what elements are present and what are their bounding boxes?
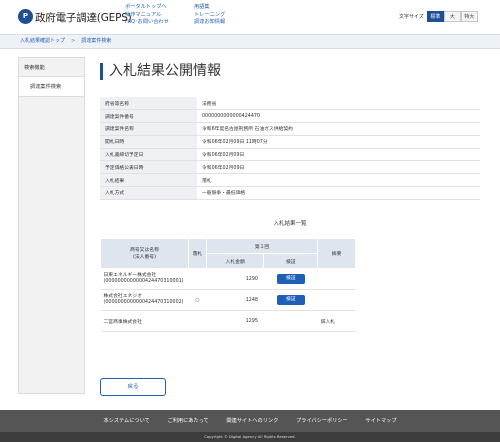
sidebar-item-case-search[interactable]: 調達案件検索 (19, 77, 84, 97)
glossary-link[interactable]: 用語集 (194, 4, 225, 12)
breadcrumb-separator: > (71, 38, 76, 44)
page-title: 入札結果公開情報 (100, 63, 221, 80)
info-row: 予定価格公表日時 令和06年02月09日 (100, 160, 480, 175)
footer-link-privacy[interactable]: プライバシーポリシー (296, 418, 348, 424)
info-value: 一般競争・最低価格 (197, 186, 480, 200)
footer-link-usage[interactable]: ご利用にあたって (168, 418, 209, 424)
detail-cell: 検証 (263, 289, 318, 311)
amount-cell: 1290 (206, 268, 264, 290)
header-links-secondary: 用語集 トレーニング 調達お知情報 (194, 4, 225, 27)
faq-link[interactable]: FAQ･お問い合わせ (125, 19, 169, 27)
winner-cell (188, 268, 207, 290)
info-row: 調達案件番号 0000000000000424470 (100, 109, 480, 124)
winner-cell (188, 310, 207, 332)
winner-column-header: 落札 (187, 238, 207, 269)
info-label: 調達案件番号 (100, 109, 197, 124)
amount-column-header: 入札金額 (205, 253, 265, 269)
results-caption: 入札結果一覧 (273, 221, 307, 227)
info-value: 令和06年02月09日 (197, 148, 480, 162)
breadcrumb-search-link[interactable]: 調達案件検索 (81, 38, 111, 44)
footer-links: 本システムについて ご利用にあたって 関連サイトへのリンク プライバシーポリシー… (0, 417, 500, 424)
info-label: 調達案件名称 (100, 122, 197, 136)
case-info-table: 府省等名称 法務省 調達案件番号 0000000000000424470 調達案件名… (100, 97, 480, 200)
table-row: 二宮商事株式会社 1295 辞入札 (100, 310, 356, 332)
procurement-info-link[interactable]: 調達お知情報 (194, 19, 225, 27)
font-size-large-button[interactable]: 大 (443, 11, 461, 22)
manual-link[interactable]: 操作マニュアル (125, 12, 169, 20)
detail-column-header: 検証 (263, 253, 319, 269)
company-cell: 二宮商事株式会社 (100, 310, 189, 332)
info-row: 開札日時 令和06年02月09日 11時07分 (100, 135, 480, 149)
detail-button[interactable]: 検証 (276, 295, 305, 305)
detail-button[interactable]: 検証 (276, 274, 305, 284)
detail-cell: 検証 (263, 268, 318, 290)
info-label: 入札方式 (100, 186, 197, 200)
info-row: 調達案件名称 令和6年度名古屋刑務所 石油ガス供給契約 (100, 122, 480, 136)
info-label: 入札書締切予定日 (100, 148, 197, 162)
footer-link-about[interactable]: 本システムについて (103, 418, 149, 424)
font-size-label: 文字サイズ (399, 14, 424, 20)
info-value: 落札 (197, 173, 480, 188)
copyright: Copyright © Digital Agency All Rights Re… (0, 432, 500, 442)
winner-cell: ○ (188, 289, 207, 311)
info-label: 予定価格公表日時 (100, 160, 197, 175)
sidebar: 検索機能 調達案件検索 (18, 57, 85, 394)
info-label: 入札結果 (100, 173, 197, 188)
company-cell: 株式会社エネジオ (0000000000000424470310002) (100, 289, 189, 311)
font-size-standard-button[interactable]: 標準 (426, 11, 444, 22)
table-row: 日東エネルギー株式会社 (0000000000000424470310001) … (100, 268, 356, 290)
info-row: 入札方式 一般競争・最低価格 (100, 186, 480, 200)
header-links-primary: ポータルトップへ 操作マニュアル FAQ･お問い合わせ (125, 4, 169, 27)
info-value: 法務省 (197, 97, 480, 111)
breadcrumb: 入札結果確認トップ > 調達案件検索 (0, 34, 500, 49)
info-row: 入札書締切予定日 令和06年02月09日 (100, 148, 480, 162)
info-value: 0000000000000424470 (197, 109, 480, 124)
training-link[interactable]: トレーニング (194, 12, 225, 20)
amount-cell: 1248 (206, 289, 264, 311)
info-label: 開札日時 (100, 135, 197, 149)
info-value: 令和6年度名古屋刑務所 石油ガス供給契約 (197, 122, 480, 136)
round-column-header: 第１回 (205, 238, 319, 254)
remarks-cell (317, 268, 356, 290)
info-row: 府省等名称 法務省 (100, 97, 480, 111)
info-value: 令和06年02月09日 11時07分 (197, 135, 480, 149)
info-label: 府省等名称 (100, 97, 197, 111)
geps-logo-icon[interactable]: P (18, 9, 33, 24)
remarks-cell: 辞入札 (317, 310, 356, 332)
detail-cell (263, 310, 318, 332)
footer-link-related[interactable]: 関連サイトへのリンク (226, 418, 278, 424)
breadcrumb-top-link[interactable]: 入札結果確認トップ (20, 38, 65, 44)
remarks-cell (317, 289, 356, 311)
company-column-header: 商号又は名称 (法人番号) (100, 238, 189, 269)
info-value: 令和06年02月09日 (197, 160, 480, 175)
back-button[interactable]: 戻る (100, 378, 166, 396)
sidebar-title: 検索機能 (19, 58, 84, 77)
remarks-column-header: 摘要 (317, 238, 356, 269)
font-size-switcher: 文字サイズ 標準 大 特大 (399, 11, 478, 22)
company-cell: 日東エネルギー株式会社 (0000000000000424470310001) (100, 268, 189, 290)
amount-cell: 1295 (206, 310, 264, 332)
results-header-row: 商号又は名称 (法人番号) 落札 第１回 摘要 (100, 238, 356, 269)
site-name[interactable]: 政府電子調達(GEPS) (35, 10, 132, 25)
footer-link-sitemap[interactable]: サイトマップ (365, 418, 396, 424)
site-header: P 政府電子調達(GEPS) ポータルトップへ 操作マニュアル FAQ･お問い合… (0, 0, 500, 34)
font-size-xlarge-button[interactable]: 特大 (460, 11, 478, 22)
info-row: 入札結果 落札 (100, 173, 480, 188)
portal-top-link[interactable]: ポータルトップへ (125, 4, 169, 12)
results-table: 商号又は名称 (法人番号) 落札 第１回 摘要 入札金額 検証 日東エネルギー株… (100, 238, 356, 332)
table-row: 株式会社エネジオ (0000000000000424470310002) ○ 1… (100, 289, 356, 311)
